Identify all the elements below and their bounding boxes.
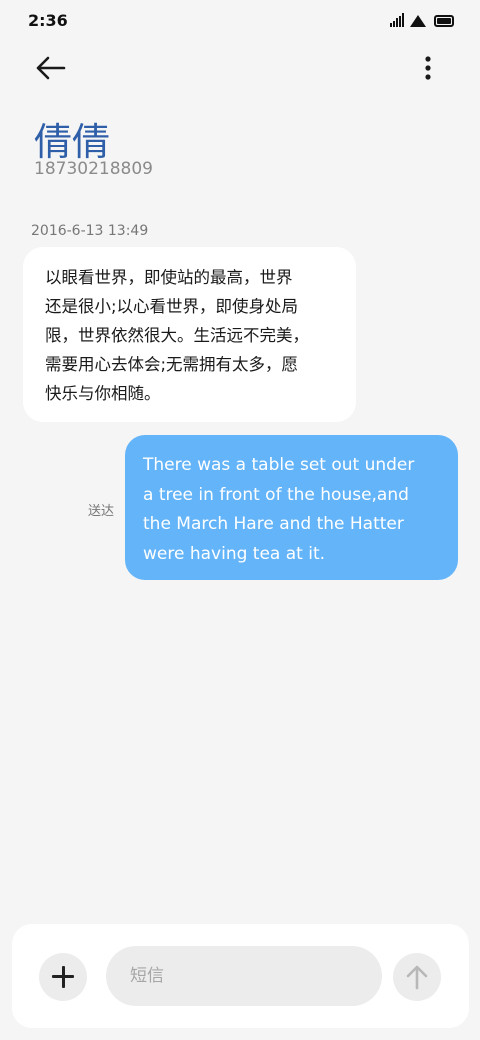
battery-icon <box>434 15 454 27</box>
arrow-up-icon <box>406 965 428 990</box>
message-line: 需要用心去体会;无需拥有太多，愿 <box>45 355 299 374</box>
arrow-left-icon <box>36 56 66 80</box>
message-line: 快乐与你相随。 <box>45 384 161 403</box>
message-line: 以眼看世界，即使站的最高，世界 <box>45 268 293 287</box>
message-timestamp: 2016-6-13 13:49 <box>31 223 149 239</box>
more-vertical-icon <box>425 56 431 80</box>
more-options-button[interactable] <box>412 52 444 84</box>
send-button[interactable] <box>393 953 441 1001</box>
message-input[interactable] <box>106 946 382 1006</box>
status-bar: 2:36 <box>0 0 480 40</box>
message-line: a tree in front of the house,and <box>143 484 409 505</box>
wifi-icon <box>410 13 427 27</box>
delivery-status: 送达 <box>88 504 115 519</box>
message-line: 还是很小;以心看世界，即使身处局 <box>45 297 299 316</box>
status-time: 2:36 <box>28 11 68 30</box>
message-composer <box>12 924 469 1028</box>
message-line: were having tea at it. <box>143 543 326 564</box>
message-line: 限，世界依然很大。生活远不完美， <box>45 326 309 345</box>
add-attachment-button[interactable] <box>39 953 87 1001</box>
signal-icon <box>390 13 406 27</box>
message-line: There was a table set out under <box>143 455 415 475</box>
contact-number: 18730218809 <box>34 159 153 179</box>
back-button[interactable] <box>32 50 72 86</box>
message-line: the March Hare and the Hatter <box>143 514 404 534</box>
incoming-message-bubble[interactable]: 以眼看世界，即使站的最高，世界 还是很小;以心看世界，即使身处局 限，世界依然很… <box>23 247 356 422</box>
outgoing-message-bubble[interactable]: There was a table set out under a tree i… <box>125 435 458 580</box>
status-icons <box>390 13 454 27</box>
contact-name: 倩倩 <box>34 120 111 164</box>
